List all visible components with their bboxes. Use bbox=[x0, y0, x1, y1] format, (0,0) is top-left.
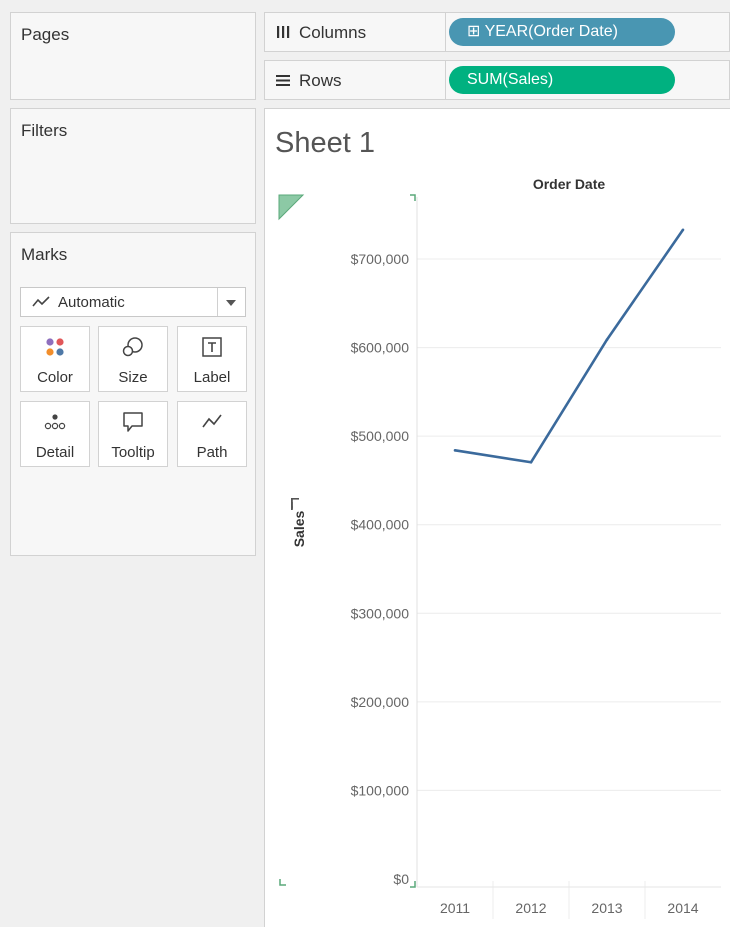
columns-shelf-label: Columns bbox=[299, 23, 367, 42]
y-tick-label: $600,000 bbox=[351, 340, 410, 356]
data-point[interactable] bbox=[529, 460, 533, 464]
selection-corner-marker bbox=[278, 194, 305, 221]
color-button[interactable]: Color bbox=[20, 326, 90, 392]
x-tick-label: 2013 bbox=[591, 900, 622, 916]
detail-icon bbox=[44, 414, 66, 430]
x-tick-label: 2012 bbox=[515, 900, 546, 916]
filters-card[interactable]: Filters bbox=[10, 108, 256, 224]
worksheet-view: Sheet 1 $700,000 $600,000 $500,000 $400,000… bbox=[264, 108, 730, 927]
y-tick-label: $0 bbox=[393, 871, 409, 887]
color-button-label: Color bbox=[37, 369, 73, 386]
shelf-divider bbox=[445, 13, 446, 51]
y-tick-label: $500,000 bbox=[351, 428, 410, 444]
pages-card[interactable]: Pages bbox=[10, 12, 256, 100]
x-tick-label: 2011 bbox=[440, 900, 470, 916]
data-point[interactable] bbox=[681, 228, 685, 232]
line-mark-icon bbox=[32, 296, 50, 307]
rows-shelf[interactable]: Rows SUM(Sales) bbox=[264, 60, 730, 100]
tooltip-icon bbox=[123, 412, 143, 432]
label-icon bbox=[202, 337, 222, 357]
corner-bracket bbox=[279, 879, 286, 886]
chevron-down-icon[interactable] bbox=[226, 300, 236, 306]
y-tick-label: $100,000 bbox=[351, 782, 410, 798]
pages-card-title: Pages bbox=[21, 25, 70, 44]
y-tick-label: $300,000 bbox=[351, 605, 410, 621]
size-button-label: Size bbox=[118, 369, 148, 386]
corner-bracket bbox=[410, 881, 416, 888]
dropdown-divider bbox=[217, 288, 218, 316]
path-icon bbox=[202, 414, 222, 428]
shelf-divider bbox=[445, 61, 446, 99]
y-tick-label: $200,000 bbox=[351, 694, 410, 710]
sales-line[interactable] bbox=[454, 229, 685, 464]
sales-line-chart: $700,000 $600,000 $500,000 $400,000 $300,000… bbox=[278, 176, 721, 919]
rows-shelf-label: Rows bbox=[299, 71, 342, 90]
mark-type-dropdown[interactable]: Automatic bbox=[20, 287, 246, 317]
path-button[interactable]: Path bbox=[177, 401, 247, 467]
tooltip-button-label: Tooltip bbox=[111, 444, 155, 461]
marks-card-title: Marks bbox=[21, 245, 68, 264]
size-button[interactable]: Size bbox=[98, 326, 168, 392]
mark-type-value: Automatic bbox=[58, 294, 125, 311]
y-tick-label: $700,000 bbox=[351, 251, 410, 267]
columns-icon bbox=[277, 26, 290, 38]
filters-card-title: Filters bbox=[21, 121, 68, 140]
rows-icon bbox=[276, 75, 290, 86]
path-button-label: Path bbox=[196, 444, 228, 461]
color-icon bbox=[46, 338, 64, 356]
corner-bracket bbox=[410, 194, 416, 201]
marks-card: Marks Automatic Color Size Label Detail … bbox=[10, 232, 256, 556]
data-point[interactable] bbox=[453, 449, 457, 452]
label-button-label: Label bbox=[193, 369, 231, 386]
sort-icon[interactable] bbox=[291, 498, 299, 510]
label-button[interactable]: Label bbox=[177, 326, 247, 392]
data-point[interactable] bbox=[605, 338, 609, 341]
columns-shelf[interactable]: Columns ⊞ YEAR(Order Date) bbox=[264, 12, 730, 52]
year-order-date-pill[interactable]: ⊞ YEAR(Order Date) bbox=[449, 18, 675, 46]
detail-button[interactable]: Detail bbox=[20, 401, 90, 467]
size-icon bbox=[122, 337, 143, 357]
x-axis-title: Order Date bbox=[533, 176, 606, 192]
y-axis-title: Sales bbox=[291, 510, 307, 547]
x-tick-label: 2014 bbox=[667, 900, 698, 916]
detail-button-label: Detail bbox=[35, 444, 75, 461]
tooltip-button[interactable]: Tooltip bbox=[98, 401, 168, 467]
y-tick-label: $400,000 bbox=[351, 517, 410, 533]
sum-sales-pill[interactable]: SUM(Sales) bbox=[449, 66, 675, 94]
